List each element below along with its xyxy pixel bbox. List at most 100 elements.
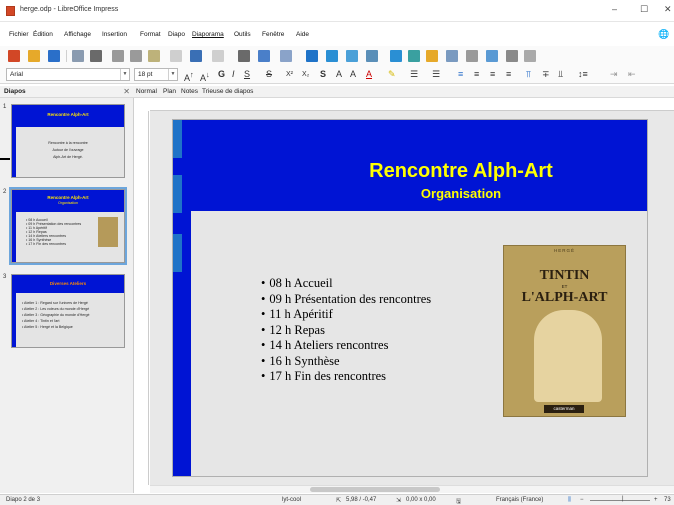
fontwork-icon[interactable] — [486, 50, 498, 62]
align-center-icon[interactable]: ≡ — [474, 68, 479, 81]
align-right-icon[interactable]: ≡ — [490, 68, 495, 81]
highlight-color-icon[interactable]: ✎ — [388, 68, 396, 81]
spelling-icon[interactable] — [258, 50, 270, 62]
duplicate-slide-icon[interactable] — [346, 50, 358, 62]
tab-plan[interactable]: Plan — [163, 88, 176, 95]
menu-fichier[interactable]: Fichier — [9, 31, 29, 38]
book-cover-image[interactable]: HERGÉ TINTIN ET L'ALPH-ART casterman — [503, 245, 626, 417]
hyperlink-icon[interactable] — [506, 50, 518, 62]
tab-slide-sorter[interactable]: Trieuse de diapos — [202, 88, 253, 95]
close-icon[interactable]: ✕ — [123, 87, 130, 96]
insert-textbox-icon[interactable] — [446, 50, 458, 62]
slide-bullet-list[interactable]: 08 h Accueil 09 h Présentation des renco… — [261, 276, 431, 385]
outline-font-icon[interactable]: A — [350, 68, 356, 81]
paste-icon[interactable] — [148, 50, 160, 62]
horizontal-ruler[interactable] — [150, 101, 674, 111]
tab-normal[interactable]: Normal — [136, 88, 157, 95]
bullets-icon[interactable]: ☰ — [410, 68, 418, 81]
horizontal-scrollbar[interactable] — [150, 485, 674, 493]
thumb-text-line: • 17 h Fin des rencontres — [26, 242, 67, 246]
zoom-in-icon[interactable]: + — [654, 497, 658, 503]
slide-info: Diapo 2 de 3 — [6, 497, 41, 503]
display-grid-icon[interactable] — [280, 50, 292, 62]
open-folder-icon[interactable] — [28, 50, 40, 62]
menu-format[interactable]: Format — [140, 31, 161, 38]
scrollbar-thumb[interactable] — [310, 487, 440, 492]
vertical-ruler[interactable] — [139, 111, 149, 485]
insert-chart-icon[interactable] — [426, 50, 438, 62]
find-replace-icon[interactable] — [238, 50, 250, 62]
position-icon: ⇱ — [336, 498, 342, 504]
line-spacing-icon[interactable]: ↕≡ — [578, 68, 588, 81]
zoom-out-icon[interactable]: − — [580, 497, 584, 503]
menu-diapo[interactable]: Diapo — [168, 31, 185, 38]
minimize-button[interactable]: – — [612, 4, 617, 14]
thumb-text-line: Rencontre à la rencontre — [48, 141, 88, 145]
decrease-indent-icon[interactable]: ⇤ — [628, 68, 636, 81]
slide-thumbnail-1[interactable]: Rencontre Alph-Art Rencontre à la rencon… — [11, 104, 125, 178]
clear-formatting-icon[interactable]: A — [336, 68, 342, 81]
align-top-icon[interactable]: ⫪ — [526, 68, 531, 81]
superscript-icon[interactable]: X² — [286, 68, 293, 81]
subscript-icon[interactable]: X₂ — [302, 68, 309, 81]
tab-notes[interactable]: Notes — [181, 88, 198, 95]
zoom-slider-handle[interactable]: | — [622, 496, 624, 502]
export-pdf-icon[interactable] — [72, 50, 84, 62]
menu-edition[interactable]: Édition — [33, 31, 53, 38]
italic-icon[interactable]: I — [232, 68, 235, 81]
print-icon[interactable] — [90, 50, 102, 62]
font-name-box[interactable]: Arial ▼ — [6, 68, 130, 81]
thumb-book-cover — [98, 217, 118, 247]
start-slideshow-icon[interactable] — [306, 50, 318, 62]
chevron-down-icon[interactable]: ▼ — [168, 69, 177, 80]
slide-layout-icon[interactable] — [366, 50, 378, 62]
redo-icon[interactable] — [212, 50, 224, 62]
font-color-icon[interactable]: A — [366, 68, 372, 81]
numbering-icon[interactable]: ☰ — [432, 68, 440, 81]
bullet-item: 09 h Présentation des rencontres — [261, 292, 431, 308]
menu-insertion[interactable]: Insertion — [102, 31, 127, 38]
insert-image-icon[interactable] — [390, 50, 402, 62]
maximize-button[interactable]: ☐ — [640, 4, 648, 15]
language[interactable]: Français (France) — [496, 497, 543, 503]
current-slide[interactable]: Rencontre Alph-Art Organisation 08 h Acc… — [172, 119, 648, 477]
show-draw-functions-icon[interactable] — [524, 50, 536, 62]
new-slide-icon[interactable] — [326, 50, 338, 62]
grow-font-icon[interactable]: A↑ — [184, 68, 194, 85]
slide-subtitle[interactable]: Organisation — [273, 186, 647, 201]
bullet-item: 16 h Synthèse — [261, 354, 431, 370]
align-middle-icon[interactable]: ∓ — [542, 68, 550, 81]
cut-icon[interactable] — [112, 50, 124, 62]
shrink-font-icon[interactable]: A↓ — [200, 68, 210, 85]
bold-icon[interactable]: G — [218, 68, 225, 81]
special-character-icon[interactable] — [466, 50, 478, 62]
new-document-icon[interactable] — [8, 50, 20, 62]
font-size-box[interactable]: 18 pt ▼ — [134, 68, 178, 81]
shadow-icon[interactable]: S — [320, 68, 326, 81]
menu-fenetre[interactable]: Fenêtre — [262, 31, 284, 38]
slide-thumbnail-2[interactable]: Rencontre Alph-Art Organisation • 08 h A… — [9, 187, 127, 265]
save-icon[interactable] — [48, 50, 60, 62]
align-bottom-icon[interactable]: ⫫ — [558, 68, 563, 81]
clone-formatting-icon[interactable] — [170, 50, 182, 62]
align-left-icon[interactable]: ≡ — [458, 68, 463, 81]
slide-title[interactable]: Rencontre Alph-Art — [273, 160, 647, 183]
justify-icon[interactable]: ≡ — [506, 68, 511, 81]
close-button[interactable]: ✕ — [664, 4, 672, 15]
copy-icon[interactable] — [130, 50, 142, 62]
insert-media-icon[interactable] — [408, 50, 420, 62]
underline-icon[interactable]: S — [244, 68, 250, 81]
globe-icon[interactable]: 🌐 — [658, 29, 669, 40]
chevron-down-icon[interactable]: ▼ — [120, 69, 129, 80]
undo-icon[interactable] — [190, 50, 202, 62]
menu-outils[interactable]: Outils — [234, 31, 251, 38]
fit-slide-icon[interactable]: ⫼ — [568, 497, 571, 504]
menu-aide[interactable]: Aide — [296, 31, 309, 38]
menu-diaporama[interactable]: Diaporama — [192, 31, 224, 38]
strikethrough-icon[interactable]: S — [266, 68, 272, 81]
menu-affichage[interactable]: Affichage — [64, 31, 91, 38]
slide-thumbnail-3[interactable]: Diverses Ateliers • Atelier 1 : Regard s… — [11, 274, 125, 348]
zoom-slider[interactable] — [590, 500, 650, 501]
zoom-level[interactable]: 73 — [664, 497, 671, 503]
increase-indent-icon[interactable]: ⇥ — [610, 68, 618, 81]
